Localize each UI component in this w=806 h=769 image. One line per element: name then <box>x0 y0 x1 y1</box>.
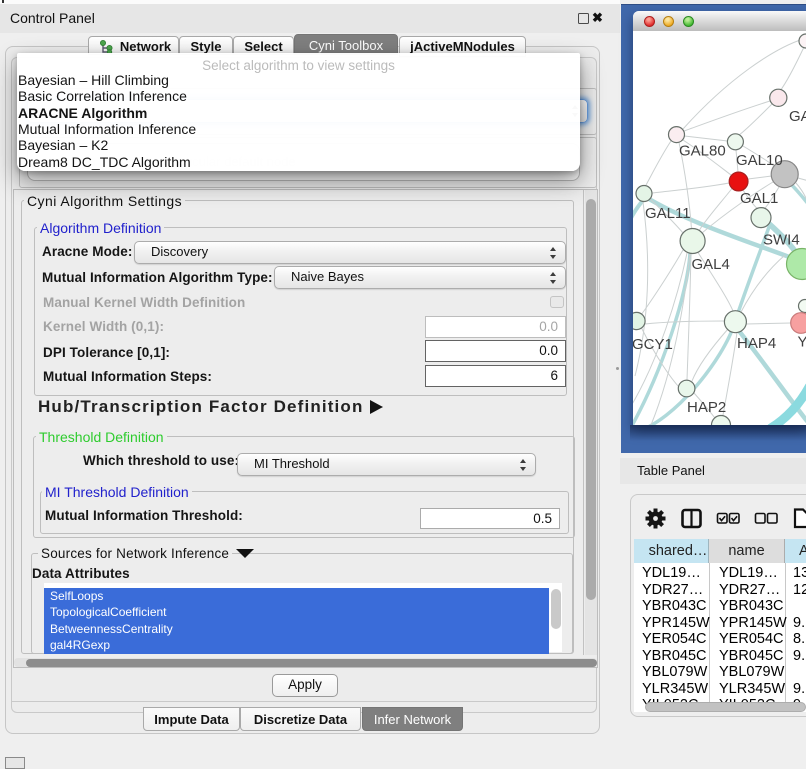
svg-text:GAL1: GAL1 <box>740 190 778 207</box>
svg-text:Y: Y <box>798 334 806 351</box>
svg-text:HAP2: HAP2 <box>687 399 726 416</box>
svg-text:GAL4: GAL4 <box>692 256 730 273</box>
svg-text:GCY1: GCY1 <box>633 336 673 353</box>
svg-text:GAL: GAL <box>789 108 806 125</box>
svg-text:SWI4: SWI4 <box>763 232 800 249</box>
svg-text:GAL80: GAL80 <box>679 143 726 160</box>
svg-text:GAL11: GAL11 <box>645 205 691 222</box>
svg-text:HAP4: HAP4 <box>737 335 776 352</box>
svg-text:GAL10: GAL10 <box>736 152 783 169</box>
